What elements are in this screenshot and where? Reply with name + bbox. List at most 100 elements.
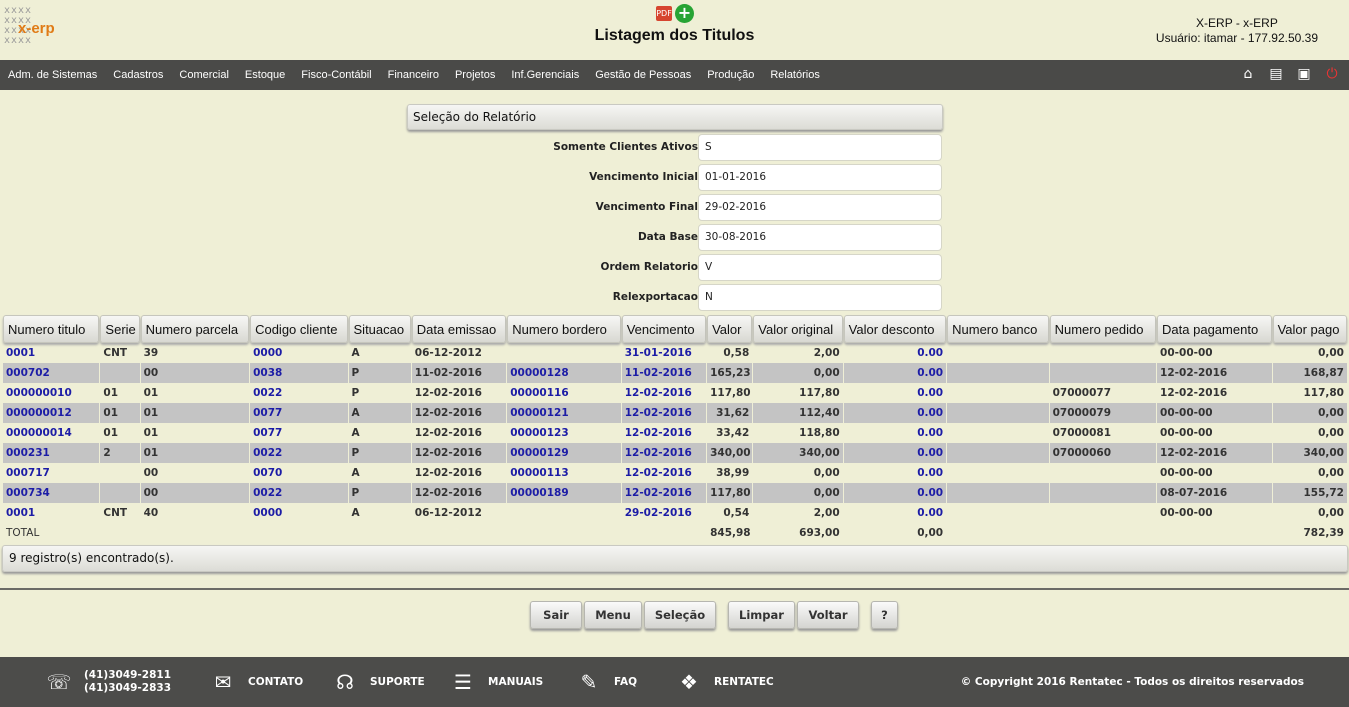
field-value[interactable]: 01-01-2016 [698, 164, 942, 191]
table-cell[interactable]: 000000012 [3, 403, 100, 423]
table-cell[interactable]: 0022 [250, 383, 347, 403]
table-cell: 07000079 [1049, 403, 1157, 423]
field-value[interactable]: 30-08-2016 [698, 224, 942, 251]
field-value[interactable]: S [698, 134, 942, 161]
column-header[interactable]: Numero pedido [1049, 315, 1157, 343]
column-header[interactable]: Codigo cliente [250, 315, 348, 343]
table-cell[interactable] [507, 503, 621, 523]
menu-estoque[interactable]: Estoque [245, 69, 285, 81]
limpar-button[interactable]: Limpar [728, 601, 795, 629]
table-cell[interactable]: 0001 [3, 343, 99, 363]
field-value[interactable]: 29-02-2016 [698, 194, 942, 221]
headset-icon: ☊ [336, 670, 354, 694]
phone-1: (41)3049-2811 [84, 669, 172, 681]
nav-tools: ⌂ ▤ ▣ ⏻ [1239, 65, 1341, 83]
table-cell[interactable]: 000717 [3, 463, 99, 483]
help-button[interactable]: ? [871, 601, 898, 629]
table-cell[interactable]: 12-02-2016 [622, 423, 706, 443]
menu-producao[interactable]: Produção [707, 69, 754, 81]
table-cell[interactable]: 00000129 [507, 443, 621, 463]
table-cell[interactable]: 00000116 [507, 383, 621, 403]
add-icon[interactable]: + [675, 4, 694, 23]
field-value[interactable]: N [698, 284, 942, 311]
table-cell[interactable]: 12-02-2016 [621, 483, 707, 503]
sair-button[interactable]: Sair [530, 601, 582, 629]
table-cell[interactable]: 000000014 [3, 423, 99, 443]
column-header[interactable]: Numero titulo [3, 315, 100, 343]
table-cell[interactable]: 00000121 [507, 403, 621, 423]
home-icon[interactable]: ⌂ [1239, 65, 1257, 83]
table-cell[interactable]: 0077 [250, 423, 347, 443]
menu-financeiro[interactable]: Financeiro [388, 69, 439, 81]
column-header[interactable]: Valor desconto [843, 315, 947, 343]
table-cell[interactable]: 0000 [250, 503, 347, 523]
voltar-button[interactable]: Voltar [797, 601, 859, 629]
table-cell: A [348, 403, 411, 423]
print-icon[interactable]: ▣ [1295, 65, 1313, 83]
column-header[interactable]: Numero banco [947, 315, 1049, 343]
menu-gestao-pessoas[interactable]: Gestão de Pessoas [595, 69, 691, 81]
footer-suporte[interactable]: ☊ SUPORTE [332, 657, 425, 707]
table-cell[interactable]: 31-01-2016 [622, 343, 706, 363]
menu-comercial[interactable]: Comercial [179, 69, 229, 81]
footer-contato[interactable]: ✉ CONTATO [210, 657, 304, 707]
field-value[interactable]: V [698, 254, 942, 281]
table-cell[interactable]: 12-02-2016 [621, 403, 707, 423]
table-cell[interactable]: 12-02-2016 [621, 443, 707, 463]
menu-inf-gerenciais[interactable]: Inf.Gerenciais [511, 69, 579, 81]
table-cell[interactable]: 00000189 [507, 483, 621, 503]
menu-relatorios[interactable]: Relatórios [770, 69, 820, 81]
table-cell[interactable]: 00000128 [507, 363, 621, 383]
menu-adm-sistemas[interactable]: Adm. de Sistemas [8, 69, 97, 81]
table-cell[interactable]: 000702 [3, 363, 100, 383]
table-cell[interactable]: 0070 [250, 463, 347, 483]
column-header[interactable]: Numero parcela [140, 315, 250, 343]
table-cell: CNT [103, 347, 128, 359]
table-cell[interactable]: 0038 [250, 363, 348, 383]
column-header[interactable]: Vencimento [621, 315, 707, 343]
selecao-button[interactable]: Seleção [644, 601, 716, 629]
column-header[interactable]: Valor [707, 315, 753, 343]
table-cell: 11-02-2016 [411, 363, 507, 383]
column-header[interactable]: Valor original [753, 315, 843, 343]
table-cell[interactable]: 0022 [250, 443, 348, 463]
table-cell[interactable]: 0001 [3, 503, 99, 523]
footer-rentatec[interactable]: ❖ RENTATEC [676, 657, 774, 707]
document-icon[interactable]: ▤ [1267, 65, 1285, 83]
column-header[interactable]: Data emissao [411, 315, 507, 343]
table-cell[interactable]: 12-02-2016 [622, 383, 706, 403]
footer-manuais[interactable]: ☰ MANUAIS [450, 657, 543, 707]
column-header[interactable]: Numero bordero [507, 315, 621, 343]
menu-cadastros[interactable]: Cadastros [113, 69, 163, 81]
table-cell[interactable]: 29-02-2016 [622, 503, 706, 523]
table-cell[interactable]: 0077 [250, 403, 348, 423]
table-cell: 0,00 [1318, 467, 1344, 479]
main-menu: Adm. de Sistemas Cadastros Comercial Est… [0, 60, 1349, 90]
menu-button[interactable]: Menu [584, 601, 642, 629]
table-cell [100, 483, 140, 503]
table-cell[interactable]: 000734 [3, 483, 100, 503]
table-body: 0001 CNT 39 0000 A 06-12-2012 31-01-2016 0,58 2,… [3, 343, 1347, 543]
table-cell[interactable]: 000000010 [3, 383, 99, 403]
table-cell[interactable]: 11-02-2016 [621, 363, 707, 383]
table-cell[interactable]: 00000113 [507, 463, 621, 483]
table-cell: 06-12-2012 [414, 507, 482, 519]
table-cell[interactable]: 12-02-2016 [622, 463, 706, 483]
menu-projetos[interactable]: Projetos [455, 69, 495, 81]
table-row: 0001 CNT 40 0000 A 06-12-2012 29-02-2016 0,54 2,… [3, 503, 1347, 523]
field-relexportacao: Relexportacao N [407, 284, 943, 311]
table-cell[interactable]: 000231 [3, 443, 100, 463]
table-cell[interactable]: 0022 [250, 483, 348, 503]
table-cell[interactable] [507, 343, 621, 363]
column-header[interactable]: Serie [100, 315, 140, 343]
power-icon[interactable]: ⏻ [1323, 65, 1341, 83]
column-header[interactable]: Data pagamento [1157, 315, 1272, 343]
column-header[interactable]: Situacao [348, 315, 411, 343]
footer-faq[interactable]: ✎ FAQ [576, 657, 637, 707]
table-cell[interactable]: 0000 [250, 343, 347, 363]
menu-fisco-contabil[interactable]: Fisco-Contábil [301, 69, 371, 81]
column-header[interactable]: Valor pago [1272, 315, 1347, 343]
pdf-icon[interactable]: PDF [656, 6, 672, 21]
table-cell[interactable]: 00000123 [507, 423, 621, 443]
table-cell: 33,42 [716, 427, 750, 439]
